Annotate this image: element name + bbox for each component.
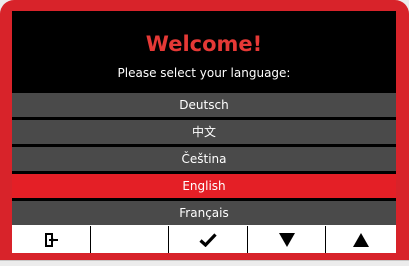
exit-door-icon	[44, 232, 58, 247]
device: Welcome! Please select your language: De…	[0, 0, 409, 266]
arrow-down-icon	[278, 232, 295, 247]
softkey-bar	[12, 225, 396, 253]
language-prompt: Please select your language:	[117, 66, 291, 80]
screen-header: Welcome! Please select your language:	[12, 11, 396, 89]
language-list: Deutsch 中文 Čeština English Français	[12, 91, 396, 225]
language-item-chinese[interactable]: 中文	[12, 120, 396, 144]
arrow-up-icon	[353, 232, 369, 247]
checkmark-icon	[199, 232, 217, 247]
language-item-english[interactable]: English	[12, 174, 396, 198]
down-softkey[interactable]	[248, 226, 326, 253]
up-softkey[interactable]	[326, 226, 396, 253]
language-item-french[interactable]: Français	[12, 201, 396, 225]
exit-softkey[interactable]	[12, 226, 91, 253]
blank-softkey[interactable]	[91, 226, 169, 253]
welcome-title: Welcome!	[145, 32, 263, 56]
confirm-softkey[interactable]	[169, 226, 248, 253]
language-item-czech[interactable]: Čeština	[12, 147, 396, 171]
display-screen: Welcome! Please select your language: De…	[12, 11, 396, 253]
language-item-deutsch[interactable]: Deutsch	[12, 93, 396, 117]
